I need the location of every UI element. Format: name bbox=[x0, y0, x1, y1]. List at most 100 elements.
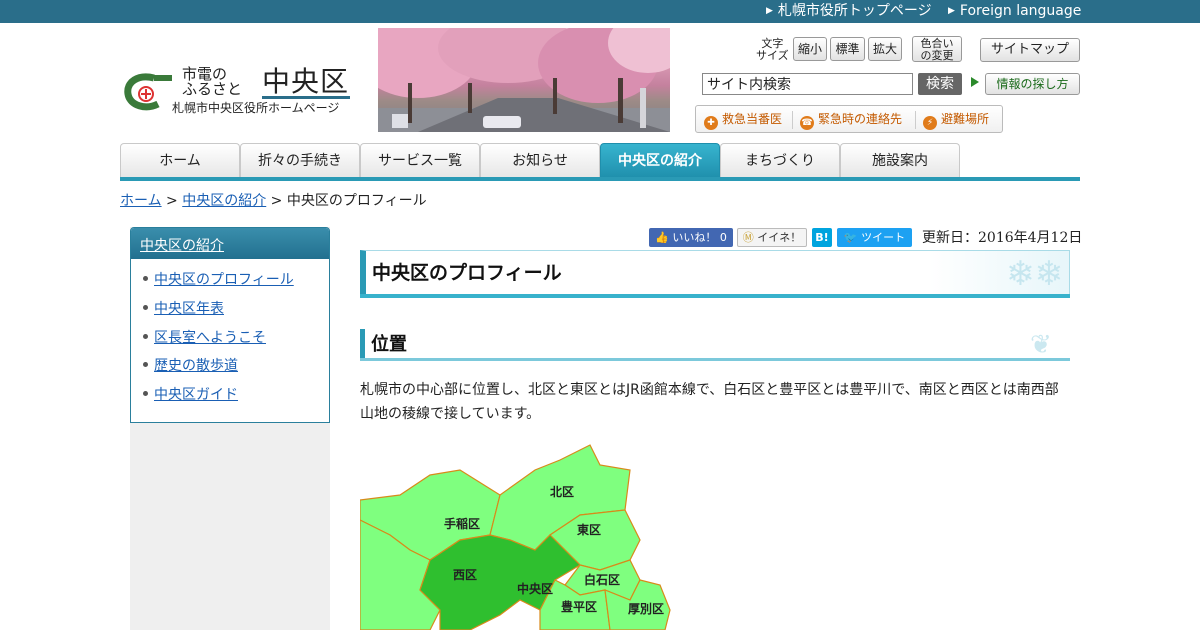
tab-services[interactable]: サービス一覧 bbox=[360, 143, 480, 178]
page-title: 中央区のプロフィール bbox=[372, 262, 562, 284]
search-button[interactable]: 検索 bbox=[918, 73, 962, 95]
location-description: 札幌市の中心部に位置し、北区と東区とはJR函館本線で、白石区と豊平区とは豊平川で… bbox=[360, 382, 1059, 422]
sidebar-item-chronology[interactable]: 中央区年表 bbox=[143, 300, 224, 318]
sidebar-heading-link[interactable]: 中央区の紹介 bbox=[140, 235, 224, 255]
mixi-icon: Ⓜ bbox=[742, 231, 758, 244]
sidebar-item-label[interactable]: 区長室へようこそ bbox=[154, 330, 266, 346]
color-change-label-line2: の変更 bbox=[920, 49, 954, 62]
font-small-button[interactable]: 縮小 bbox=[793, 37, 827, 61]
sapporo-ward-map: 北区 東区 手稲区 西区 中央区 白石区 豊平区 厚別区 bbox=[359, 440, 680, 631]
sidebar-item-label[interactable]: 中央区のプロフィール bbox=[154, 272, 294, 288]
twitter-bird-icon: 🐦 bbox=[843, 231, 862, 244]
sidebar-item-history-walk[interactable]: 歴史の散歩道 bbox=[143, 357, 238, 375]
tab-ward-intro[interactable]: 中央区の紹介 bbox=[600, 143, 720, 178]
map-label-nishi: 西区 bbox=[453, 568, 478, 582]
bullet-icon bbox=[143, 305, 148, 310]
play-arrow-icon bbox=[971, 77, 979, 87]
triangle-right-icon: ▶ bbox=[948, 6, 955, 16]
breadcrumb-current: 中央区のプロフィール bbox=[286, 193, 427, 209]
updated-date: 更新日：2016年4月12日 bbox=[922, 230, 1083, 246]
sidebar-heading[interactable]: 中央区の紹介 bbox=[131, 228, 329, 259]
map-label-teine: 手稲区 bbox=[444, 517, 481, 531]
emergency-contact-label: 緊急時の連絡先 bbox=[818, 112, 903, 126]
sidebar-item-label[interactable]: 歴史の散歩道 bbox=[154, 358, 238, 374]
section-heading-box: 位置 bbox=[360, 329, 1070, 361]
global-nav: ホーム 折々の手続き サービス一覧 お知らせ 中央区の紹介 まちづくり 施設案内 bbox=[120, 143, 1080, 181]
nav-underline bbox=[120, 177, 1080, 181]
facebook-like-button[interactable]: 👍 いいね！ 0 bbox=[649, 228, 733, 247]
tab-news[interactable]: お知らせ bbox=[480, 143, 600, 178]
font-standard-button[interactable]: 標準 bbox=[830, 37, 865, 61]
sidebar-menu: 中央区の紹介 中央区のプロフィール 中央区年表 区長室へようこそ 歴史の散歩道 … bbox=[130, 227, 330, 423]
emergency-doctor-link[interactable]: ✚ 救急当番医 bbox=[704, 112, 782, 130]
logo-text-line2: ふるさと bbox=[182, 80, 243, 98]
site-search-input[interactable] bbox=[702, 73, 913, 95]
top-bar: ▶ 札幌市役所トップページ ▶ Foreign language bbox=[0, 0, 1200, 23]
leaf-icon: ❦ bbox=[1030, 330, 1052, 360]
sitemap-button[interactable]: サイトマップ bbox=[980, 38, 1080, 62]
breadcrumb: ホーム > 中央区の紹介 > 中央区のプロフィール bbox=[120, 192, 427, 210]
divider bbox=[792, 111, 793, 129]
shelter-link[interactable]: ⚡ 避難場所 bbox=[923, 112, 989, 130]
site-logo[interactable]: 市電の ふるさと 中央区 札幌市中央区役所ホームページ bbox=[124, 66, 364, 126]
shelter-label: 避難場所 bbox=[941, 112, 990, 126]
snowflake-icon: ❄❄ bbox=[1006, 254, 1063, 294]
map-label-atsubetsu: 厚別区 bbox=[628, 602, 665, 616]
page-title-underline bbox=[360, 294, 1070, 298]
cherry-blossom-street-image bbox=[378, 28, 670, 132]
map-label-toyohira: 豊平区 bbox=[561, 600, 598, 614]
lightning-icon: ⚡ bbox=[923, 116, 937, 130]
color-change-button[interactable]: 色合い の変更 bbox=[912, 36, 962, 62]
sidebar-item-mayor-room[interactable]: 区長室へようこそ bbox=[143, 329, 266, 347]
header-photo-cherry-blossoms bbox=[378, 28, 670, 132]
breadcrumb-separator: > bbox=[266, 193, 287, 209]
divider bbox=[915, 111, 916, 129]
foreign-language-link[interactable]: ▶ Foreign language bbox=[948, 3, 1081, 20]
sidebar-item-guide[interactable]: 中央区ガイド bbox=[143, 386, 238, 404]
emergency-doctor-label: 救急当番医 bbox=[722, 112, 783, 126]
sidebar-item-label[interactable]: 中央区年表 bbox=[154, 301, 224, 317]
ward-emblem-icon bbox=[124, 73, 172, 111]
map-label-higashi: 東区 bbox=[577, 523, 602, 537]
bullet-icon bbox=[143, 362, 148, 367]
thumbs-up-icon: 👍 bbox=[655, 231, 673, 244]
font-large-button[interactable]: 拡大 bbox=[868, 37, 902, 61]
hatena-bookmark-button[interactable]: B! bbox=[812, 228, 832, 247]
emergency-links-bar: ✚ 救急当番医 ☎ 緊急時の連絡先 ⚡ 避難場所 bbox=[695, 105, 1003, 133]
bullet-icon bbox=[143, 334, 148, 339]
bullet-icon bbox=[143, 391, 148, 396]
logo-underline bbox=[262, 96, 350, 99]
sidebar-item-profile[interactable]: 中央区のプロフィール bbox=[143, 271, 294, 289]
phone-icon: ☎ bbox=[800, 116, 814, 130]
section-heading: 位置 bbox=[371, 334, 407, 355]
page-title-box: 中央区のプロフィール ❄❄ bbox=[360, 250, 1070, 298]
triangle-right-icon: ▶ bbox=[766, 6, 773, 16]
mixi-check-button[interactable]: Ⓜ イイネ！ bbox=[737, 228, 807, 247]
emergency-contact-link[interactable]: ☎ 緊急時の連絡先 bbox=[800, 112, 902, 130]
map-label-chuo: 中央区 bbox=[517, 582, 554, 596]
city-top-label: 札幌市役所トップページ bbox=[777, 3, 932, 19]
tab-procedures[interactable]: 折々の手続き bbox=[240, 143, 360, 178]
breadcrumb-section-link[interactable]: 中央区の紹介 bbox=[182, 193, 266, 209]
city-top-link[interactable]: ▶ 札幌市役所トップページ bbox=[766, 3, 932, 20]
tab-home[interactable]: ホーム bbox=[120, 143, 240, 178]
logo-subtitle: 札幌市中央区役所ホームページ bbox=[172, 101, 340, 115]
facebook-like-label: いいね！ 0 bbox=[672, 231, 727, 244]
logo-ward-name: 中央区 bbox=[262, 65, 350, 98]
tab-town-planning[interactable]: まちづくり bbox=[720, 143, 840, 178]
font-size-label-line2: サイズ bbox=[756, 49, 789, 62]
foreign-language-label: Foreign language bbox=[959, 3, 1082, 19]
tweet-button[interactable]: 🐦 ツイート bbox=[837, 228, 912, 247]
font-size-label: 文字 サイズ bbox=[756, 38, 789, 62]
tab-facilities[interactable]: 施設案内 bbox=[840, 143, 960, 178]
bullet-icon bbox=[143, 276, 148, 281]
search-howto-button[interactable]: 情報の探し方 bbox=[985, 73, 1080, 95]
breadcrumb-home-link[interactable]: ホーム bbox=[120, 193, 162, 209]
sidebar-item-label[interactable]: 中央区ガイド bbox=[154, 387, 238, 403]
map-label-kita: 北区 bbox=[550, 485, 575, 499]
medical-icon: ✚ bbox=[704, 116, 718, 130]
map-label-shiroishi: 白石区 bbox=[584, 573, 621, 587]
tweet-label: ツイート bbox=[861, 231, 906, 244]
mixi-label: イイネ！ bbox=[757, 231, 802, 244]
section-heading-underline bbox=[360, 358, 1070, 361]
